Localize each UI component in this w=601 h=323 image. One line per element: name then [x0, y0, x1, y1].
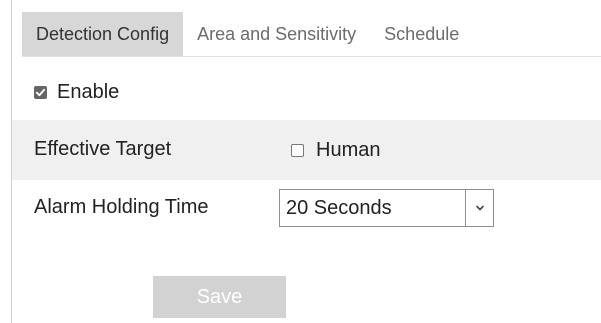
tab-divider [22, 56, 601, 57]
detection-config-panel: Detection Config Area and Sensitivity Sc… [0, 0, 601, 323]
effective-target-label: Effective Target [34, 138, 172, 160]
alarm-holding-time-value: 20 Seconds [286, 196, 392, 219]
dropdown-arrow[interactable] [465, 190, 493, 226]
human-label: Human [316, 139, 381, 161]
effective-target-row: Effective Target Human [12, 120, 601, 180]
tab-bar: Detection Config Area and Sensitivity Sc… [22, 12, 473, 56]
tab-schedule[interactable]: Schedule [370, 12, 473, 56]
alarm-holding-time-label: Alarm Holding Time [34, 196, 209, 218]
chevron-down-icon [475, 205, 484, 211]
save-button[interactable]: Save [153, 276, 286, 318]
enable-checkbox[interactable] [34, 85, 47, 99]
tab-detection-config[interactable]: Detection Config [22, 12, 184, 56]
alarm-holding-time-select[interactable]: 20 Seconds [279, 189, 494, 227]
enable-row: Enable [34, 76, 119, 108]
human-option: Human [291, 139, 380, 162]
checkmark-icon [35, 88, 46, 96]
human-checkbox[interactable] [291, 144, 304, 157]
tab-area-and-sensitivity[interactable]: Area and Sensitivity [183, 12, 370, 56]
enable-label: Enable [57, 80, 120, 103]
